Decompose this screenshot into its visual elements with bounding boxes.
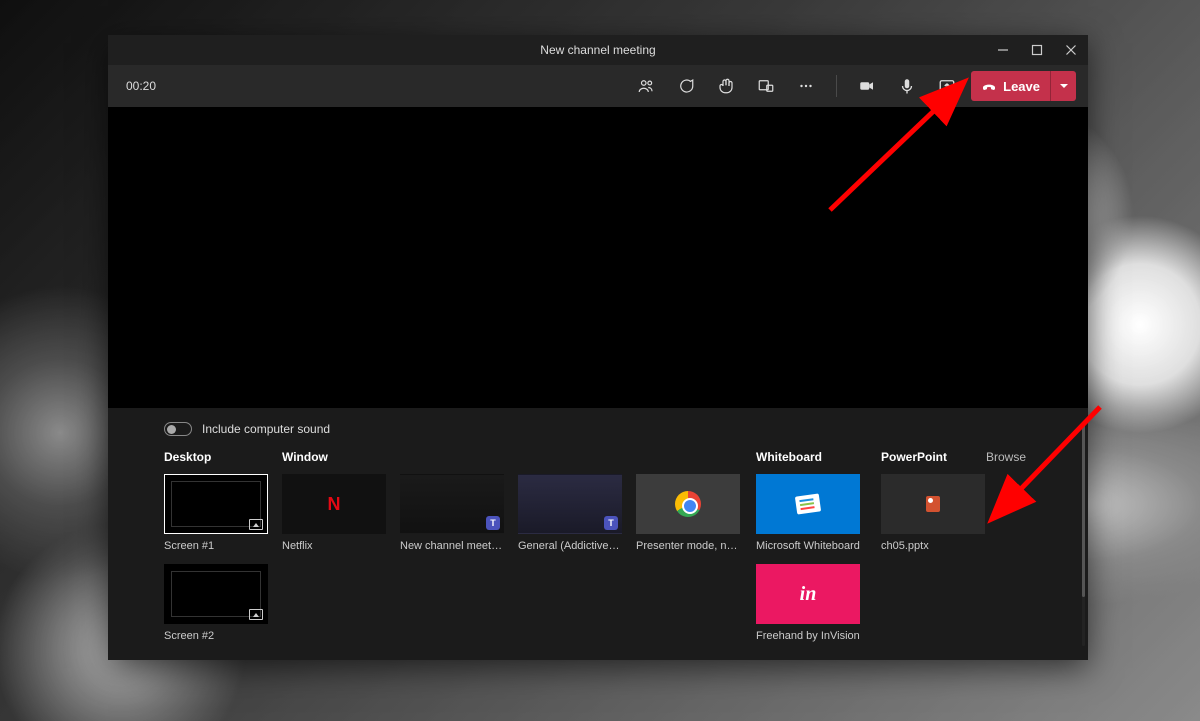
present-icon — [249, 519, 263, 530]
leave-button[interactable]: Leave — [971, 78, 1050, 94]
netflix-icon: N — [328, 494, 341, 515]
camera-icon[interactable] — [851, 70, 883, 102]
section-powerpoint: ch05.pptx — [881, 474, 999, 642]
breakout-rooms-icon[interactable] — [750, 70, 782, 102]
leave-button-group: Leave — [971, 71, 1076, 101]
header-powerpoint: PowerPoint Browse — [881, 450, 1032, 464]
tile-label: Netflix — [282, 540, 386, 552]
tile-label: Screen #2 — [164, 630, 268, 642]
video-stage — [108, 107, 1088, 408]
window-close-button[interactable] — [1054, 35, 1088, 65]
browse-link[interactable]: Browse — [986, 450, 1026, 464]
tile-label: Freehand by InVision — [756, 630, 860, 642]
window-titlebar: New channel meeting — [108, 35, 1088, 65]
share-tray: Include computer sound Desktop Window Wh… — [108, 408, 1088, 660]
section-whiteboard: Microsoft Whiteboard in Freehand by InVi… — [756, 474, 881, 642]
teams-icon: T — [604, 516, 618, 530]
share-screen-icon[interactable] — [931, 70, 963, 102]
people-icon[interactable] — [630, 70, 662, 102]
window-title: New channel meeting — [540, 43, 655, 57]
tile-label: Microsoft Whiteboard — [756, 540, 860, 552]
include-sound-toggle[interactable] — [164, 422, 192, 436]
share-sections: Screen #1 Screen #2 N Netflix — [164, 474, 1032, 642]
present-icon — [249, 609, 263, 620]
powerpoint-icon — [926, 496, 940, 512]
whiteboard-icon — [795, 493, 821, 514]
meeting-toolbar: 00:20 Leave — [108, 65, 1088, 107]
teams-icon: T — [486, 516, 500, 530]
teams-meeting-window: New channel meeting 00:20 — [108, 35, 1088, 660]
whiteboard-tile-invision-freehand[interactable]: in Freehand by InVision — [756, 564, 860, 642]
window-tile-new-channel-meeting[interactable]: T New channel meeting | ... — [400, 474, 504, 552]
window-tile-presenter-mode[interactable]: Presenter mode, notes a... — [636, 474, 740, 552]
invision-icon: in — [800, 583, 817, 606]
mic-icon[interactable] — [891, 70, 923, 102]
desktop-tile-screen-1[interactable]: Screen #1 — [164, 474, 268, 552]
meeting-timer: 00:20 — [126, 79, 156, 93]
tile-label: ch05.pptx — [881, 540, 985, 552]
window-tile-general-addictivetips[interactable]: T General (AddictiveTips - ... — [518, 474, 622, 552]
section-desktop: Screen #1 Screen #2 — [164, 474, 282, 642]
more-actions-icon[interactable] — [790, 70, 822, 102]
whiteboard-tile-ms-whiteboard[interactable]: Microsoft Whiteboard — [756, 474, 860, 552]
section-window: N Netflix T New channel meeting | ... T … — [282, 474, 756, 642]
tile-label: New channel meeting | ... — [400, 540, 504, 552]
window-minimize-button[interactable] — [986, 35, 1020, 65]
leave-dropdown-button[interactable] — [1050, 71, 1076, 101]
tile-label: General (AddictiveTips - ... — [518, 540, 622, 552]
header-whiteboard: Whiteboard — [756, 450, 881, 464]
include-sound-row: Include computer sound — [164, 422, 1032, 436]
powerpoint-tile-ch05[interactable]: ch05.pptx — [881, 474, 985, 552]
chrome-icon — [675, 491, 701, 517]
header-desktop: Desktop — [164, 450, 282, 464]
toolbar-separator — [836, 75, 837, 97]
window-maximize-button[interactable] — [1020, 35, 1054, 65]
window-controls — [986, 35, 1088, 65]
share-section-headers: Desktop Window Whiteboard PowerPoint Bro… — [164, 450, 1032, 464]
window-tile-netflix[interactable]: N Netflix — [282, 474, 386, 552]
reactions-icon[interactable] — [710, 70, 742, 102]
chat-icon[interactable] — [670, 70, 702, 102]
tray-scrollbar[interactable] — [1082, 422, 1085, 646]
tile-label: Screen #1 — [164, 540, 268, 552]
include-sound-label: Include computer sound — [202, 422, 330, 436]
header-powerpoint-label: PowerPoint — [881, 450, 947, 464]
desktop-tile-screen-2[interactable]: Screen #2 — [164, 564, 268, 642]
header-window: Window — [282, 450, 756, 464]
tile-label: Presenter mode, notes a... — [636, 540, 740, 552]
leave-button-label: Leave — [1003, 79, 1040, 94]
